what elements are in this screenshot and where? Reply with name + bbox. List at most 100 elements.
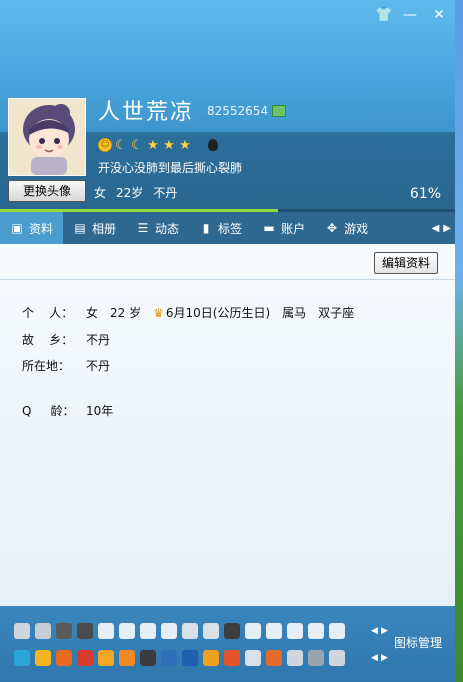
info-value: 双子座 [318, 306, 355, 320]
service-icon[interactable] [224, 623, 240, 639]
edit-profile-button[interactable]: 编辑资料 [374, 252, 438, 274]
window-controls: 👕 — ✕ [371, 4, 455, 26]
service-icon[interactable] [161, 623, 177, 639]
tab-scroll-arrows: ◀ ▶ [432, 212, 455, 244]
skin-icon[interactable]: 👕 [371, 4, 397, 26]
info-row-hometown: 故 乡： 不丹 [22, 331, 110, 348]
desktop-background [455, 0, 463, 682]
service-icon[interactable] [329, 623, 345, 639]
level-percent: 61% [409, 186, 441, 202]
service-icon[interactable] [77, 650, 93, 666]
icon-manage-link[interactable]: 图标管理 [394, 634, 442, 651]
info-value: 女 [86, 306, 99, 320]
crown-icon: ♛ [153, 305, 164, 320]
service-icon[interactable] [266, 650, 282, 666]
service-icon[interactable] [182, 623, 198, 639]
change-avatar-button[interactable]: 更换头像 [8, 180, 86, 202]
service-icon[interactable] [77, 623, 93, 639]
info-value: 10年 [86, 404, 114, 418]
info-values: 女 22 岁 ♛ 6月10日(公历生日) 属马 双子座 [86, 304, 354, 321]
tab-bar: ▣ 资料 ▤ 相册 ☰ 动态 ▮ 标签 ▬ 账户 ✥ 游戏 [0, 212, 455, 244]
service-icon[interactable] [161, 650, 177, 666]
service-icon[interactable] [245, 650, 261, 666]
profile-card-icon: ▣ [11, 221, 23, 235]
star-icon: ★ [147, 137, 159, 153]
service-icon[interactable] [98, 623, 114, 639]
profile-window: 👕 — ✕ 更换头像 人世荒凉 82552654 ☺ ☾ ☾ ★ ★ ★ 开没心… [0, 0, 455, 682]
service-icon[interactable] [245, 623, 261, 639]
service-icon[interactable] [98, 650, 114, 666]
nickname: 人世荒凉 [98, 100, 195, 125]
bookmark-icon: ▮ [202, 221, 210, 235]
info-label: 个 人： [22, 306, 74, 320]
minimize-icon[interactable]: — [397, 4, 423, 26]
tab-tags[interactable]: ▮ 标签 [189, 212, 252, 244]
tab-album[interactable]: ▤ 相册 [63, 212, 126, 244]
info-label: 故 乡： [22, 333, 74, 347]
icon-row-2-left-icon[interactable]: ◀ [371, 653, 378, 663]
tab-label: 账户 [281, 221, 306, 236]
star-icon: ★ [163, 137, 175, 153]
tab-label: 相册 [92, 221, 117, 236]
moon-icon: ☾ [131, 137, 143, 153]
level-badges[interactable]: ☺ ☾ ☾ ★ ★ ★ [98, 137, 218, 153]
info-value: 不丹 [86, 359, 111, 373]
service-icon[interactable] [56, 623, 72, 639]
service-icon[interactable] [329, 650, 345, 666]
service-icon[interactable] [140, 650, 156, 666]
feed-icon: ☰ [137, 221, 149, 235]
info-value: 属马 [282, 306, 307, 320]
icon-row-1-left-icon[interactable]: ◀ [371, 626, 378, 636]
service-icon[interactable] [56, 650, 72, 666]
tab-account[interactable]: ▬ 账户 [252, 212, 315, 244]
service-icon[interactable] [203, 650, 219, 666]
service-icon[interactable] [308, 623, 324, 639]
basic-info: 女 22岁 不丹 [94, 184, 177, 201]
info-value: 6月10日(公历生日) [165, 306, 271, 320]
service-icon[interactable] [308, 650, 324, 666]
info-label: Q 龄： [22, 404, 75, 418]
qq-number: 82552654 [207, 104, 269, 118]
service-icon-row-1 [14, 623, 345, 639]
service-icon-bar: ◀ ▶ ◀ ▶ 图标管理 [0, 606, 455, 682]
service-icon[interactable] [14, 623, 30, 639]
service-icon[interactable] [287, 650, 303, 666]
profile-content: 编辑资料 个 人： 女 22 岁 ♛ 6月10日(公历生日) 属马 双子座 故 … [0, 244, 455, 606]
signature[interactable]: 开没心没肺到最后撕心裂肺 [98, 159, 242, 176]
star-icon: ★ [179, 137, 191, 153]
album-icon: ▤ [74, 221, 86, 235]
service-icon[interactable] [35, 623, 51, 639]
service-icon[interactable] [287, 623, 303, 639]
profile-header: 👕 — ✕ 更换头像 人世荒凉 82552654 ☺ ☾ ☾ ★ ★ ★ 开没心… [0, 0, 455, 210]
tab-scroll-left-icon[interactable]: ◀ [432, 223, 440, 234]
tab-label: 标签 [218, 221, 243, 236]
service-icon[interactable] [266, 623, 282, 639]
gender: 女 [94, 186, 107, 200]
service-icon[interactable] [14, 650, 30, 666]
info-row-qq-age: Q 龄： 10年 [22, 402, 113, 419]
info-row-location: 所在地： 不丹 [22, 357, 110, 374]
service-icon[interactable] [35, 650, 51, 666]
tab-label: 动态 [155, 221, 180, 236]
service-icon[interactable] [224, 650, 240, 666]
service-icon[interactable] [119, 623, 135, 639]
icon-row-1-right-icon[interactable]: ▶ [381, 626, 388, 636]
location: 不丹 [153, 186, 178, 200]
service-icon[interactable] [203, 623, 219, 639]
age: 22岁 [116, 186, 144, 200]
tab-profile[interactable]: ▣ 资料 [0, 212, 64, 244]
tab-games[interactable]: ✥ 游戏 [315, 212, 378, 244]
service-icon[interactable] [119, 650, 135, 666]
content-toolbar: 编辑资料 [0, 244, 455, 280]
service-icon[interactable] [140, 623, 156, 639]
info-row-personal: 个 人： 女 22 岁 ♛ 6月10日(公历生日) 属马 双子座 [22, 304, 354, 321]
tab-feed[interactable]: ☰ 动态 [126, 212, 189, 244]
edit-nickname-icon[interactable] [272, 105, 286, 117]
icon-row-2-right-icon[interactable]: ▶ [381, 653, 388, 663]
close-icon[interactable]: ✕ [423, 4, 455, 26]
qq-penguin-icon[interactable] [208, 139, 218, 151]
avatar-illustration [9, 99, 85, 175]
service-icon[interactable] [182, 650, 198, 666]
avatar[interactable] [8, 98, 86, 176]
tab-scroll-right-icon[interactable]: ▶ [443, 223, 451, 234]
